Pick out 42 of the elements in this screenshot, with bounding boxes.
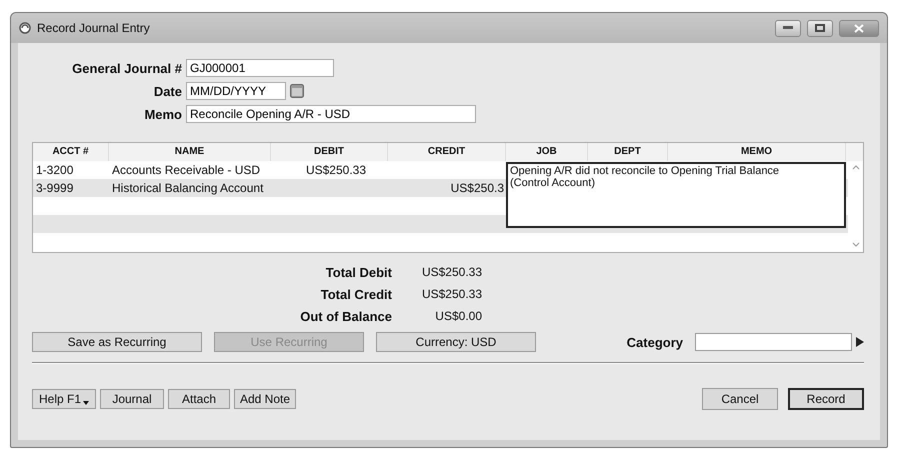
close-button[interactable]: [839, 20, 879, 36]
maximize-button[interactable]: [807, 20, 833, 36]
close-icon: [854, 24, 864, 32]
total-value: US$0.00: [434, 309, 482, 324]
total-label: Total Debit: [324, 265, 392, 280]
action-button[interactable]: Save as Recurring: [32, 332, 202, 352]
footer-button[interactable]: Attach: [168, 389, 230, 409]
action-button[interactable]: Currency: USD: [376, 332, 536, 352]
journal-number-field[interactable]: GJ000001: [186, 59, 334, 77]
footer-button[interactable]: Journal: [100, 389, 164, 409]
table-cell-text: US$250.3: [450, 180, 505, 197]
field-label: General Journal #: [71, 60, 182, 76]
minimize-icon: [783, 26, 793, 30]
date-field[interactable]: MM/DD/YYYY: [186, 82, 286, 100]
app-icon: [19, 22, 31, 34]
scroll-down-icon[interactable]: [852, 242, 860, 247]
caret-icon: [83, 401, 90, 405]
table-cell-text: 1-3200: [35, 162, 74, 179]
table-cell-text: 3-9999: [35, 180, 74, 197]
memo-edit-popup[interactable]: Opening A/R did not reconcile to Opening Trial Balance (Control Account): [506, 162, 846, 228]
field-label: Memo: [143, 106, 182, 122]
total-value: US$250.33: [420, 287, 482, 302]
window-title: Record Journal Entry: [37, 21, 151, 35]
footer-button[interactable]: Help F1: [32, 389, 96, 409]
scroll-up-icon[interactable]: [852, 165, 860, 170]
category-field[interactable]: [695, 333, 852, 351]
category-label: Category: [626, 334, 683, 350]
play-icon[interactable]: [856, 337, 864, 347]
total-label: Out of Balance: [299, 309, 392, 324]
memo-field[interactable]: Reconcile Opening A/R - USD: [186, 105, 476, 123]
calendar-icon[interactable]: [290, 84, 304, 98]
maximize-icon: [815, 24, 825, 32]
minimize-button[interactable]: [775, 20, 801, 36]
field-label: Date: [152, 84, 182, 98]
table-cell-text: Accounts Receivable - USD: [111, 162, 262, 179]
footer-button[interactable]: Add Note: [234, 389, 296, 409]
table-cell-text: US$250.33: [304, 162, 367, 179]
total-label: Total Credit: [320, 287, 392, 302]
footer-button[interactable]: Record: [788, 388, 864, 410]
footer-button[interactable]: Cancel: [702, 388, 778, 410]
table-cell-text: Historical Balancing Account: [111, 180, 264, 197]
total-value: US$250.33: [420, 265, 482, 280]
